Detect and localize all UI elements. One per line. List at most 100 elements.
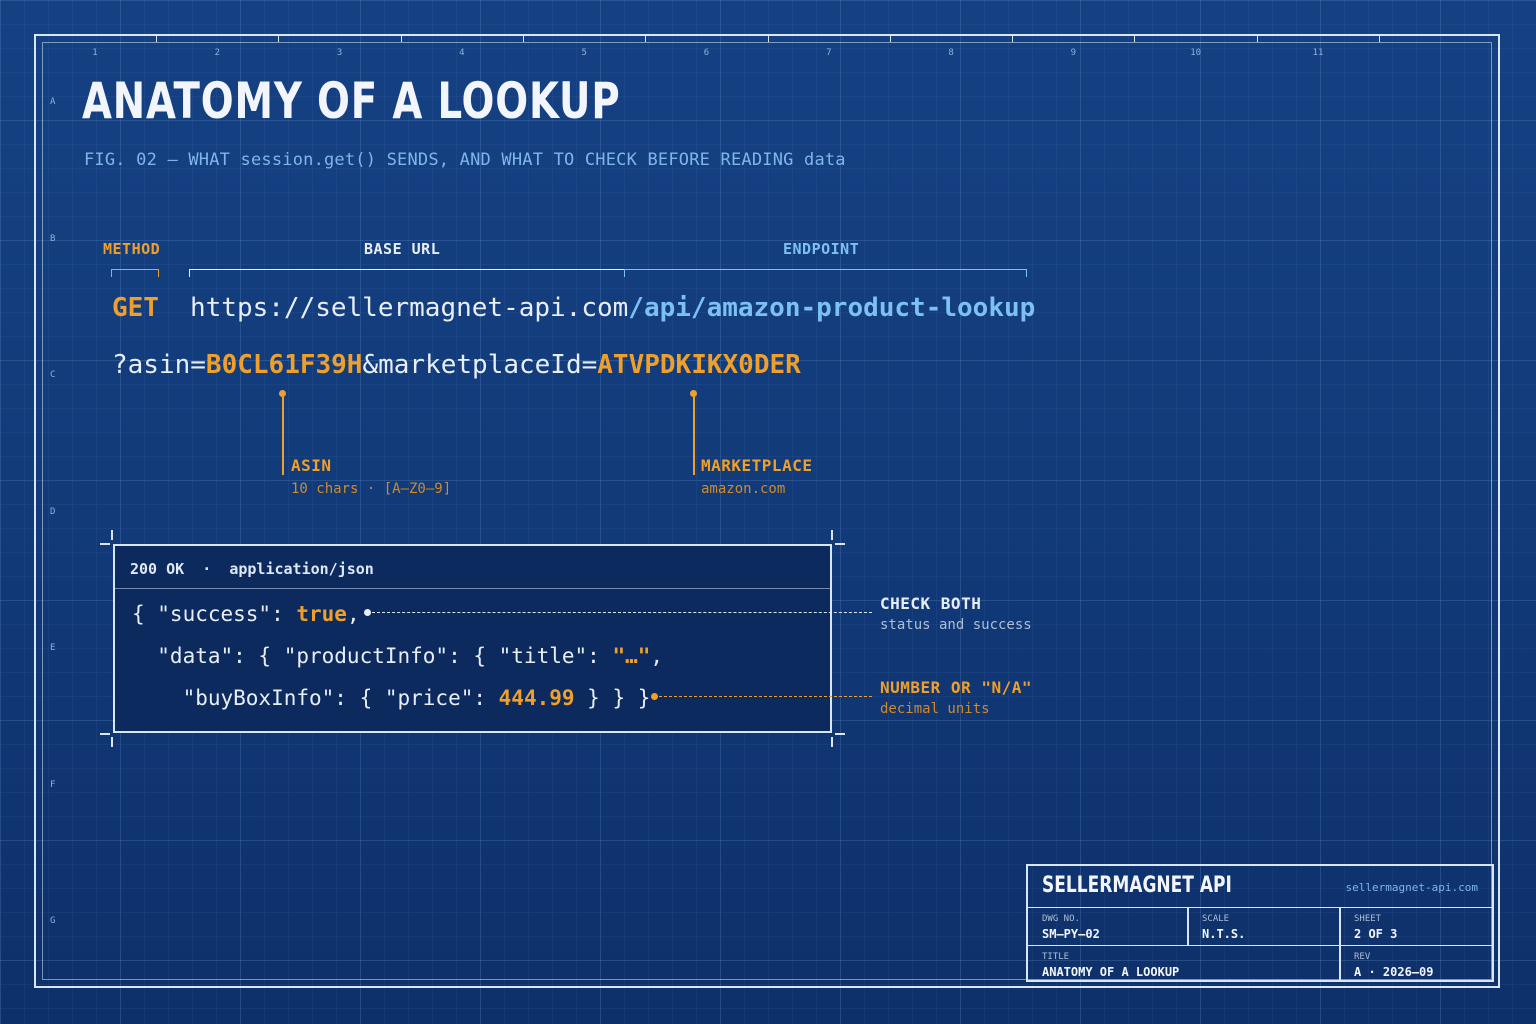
response-line-success: { "success": true, — [132, 602, 360, 626]
asin-value: B0CL61F39H — [205, 350, 363, 380]
page-title: ANATOMY OF A LOOKUP — [82, 72, 621, 130]
corner-mark — [831, 737, 833, 747]
request-url: https://sellermagnet-api.com/api/amazon-… — [190, 293, 1035, 323]
title-value: ANATOMY OF A LOOKUP — [1042, 965, 1180, 979]
query-string: ?asin=B0CL61F39H&marketplaceId=ATVPDKIKX… — [112, 350, 801, 380]
zone-row-marker: G — [50, 916, 56, 926]
price-leader-line — [659, 696, 872, 697]
code-text: , — [650, 644, 664, 668]
rev-value: A · 2026–09 — [1354, 965, 1434, 979]
dwg-label: DWG NO. — [1042, 914, 1080, 924]
base-url-bracket — [189, 269, 624, 277]
price-note-title: NUMBER OR "N/A" — [880, 678, 1032, 697]
success-value: true — [296, 602, 347, 626]
check-leader-dot — [364, 609, 371, 616]
response-header: 200 OK · application/json — [115, 546, 830, 589]
zone-tick — [767, 36, 769, 42]
zone-column-marker: 11 — [1312, 48, 1324, 58]
http-method: GET — [112, 293, 159, 323]
dwg-cell: DWG NO. SM–PY–02 — [1028, 908, 1188, 945]
zone-tick — [278, 36, 280, 42]
query-prefix: ?asin= — [112, 350, 206, 380]
code-text: "buyBoxInfo": { "price": — [132, 686, 499, 710]
method-label: METHOD — [103, 240, 161, 258]
zone-column-marker: 4 — [459, 48, 465, 58]
response-line-data: "data": { "productInfo": { "title": "…", — [132, 644, 663, 668]
base-url-label: BASE URL — [364, 240, 441, 258]
scale-cell: SCALE N.T.S. — [1188, 908, 1340, 945]
zone-column-marker: 8 — [948, 48, 954, 58]
title-value: "…" — [612, 644, 651, 668]
check-note-title: CHECK BOTH — [880, 594, 982, 613]
zone-row-marker: C — [50, 370, 56, 380]
query-separator: &marketplaceId= — [362, 350, 598, 380]
scale-label: SCALE — [1202, 914, 1230, 924]
corner-mark — [111, 530, 113, 540]
zone-tick — [400, 36, 402, 42]
corner-mark — [835, 543, 845, 545]
code-text: } } } — [574, 686, 651, 710]
corner-mark — [111, 737, 113, 747]
title-cell: TITLE ANATOMY OF A LOOKUP — [1028, 946, 1340, 982]
dwg-value: SM–PY–02 — [1042, 927, 1100, 941]
zone-column-marker: 7 — [826, 48, 832, 58]
zone-column-marker: 6 — [703, 48, 710, 58]
title-label: TITLE — [1042, 952, 1070, 962]
asin-callout-line — [282, 395, 284, 475]
marketplace-callout-note: amazon.com — [701, 481, 786, 497]
base-url: https://sellermagnet-api.com — [190, 293, 629, 323]
rev-label: REV — [1354, 952, 1371, 962]
endpoint-bracket — [624, 269, 1027, 277]
corner-mark — [835, 733, 845, 735]
figure-caption: FIG. 02 — WHAT session.get() SENDS, AND … — [84, 150, 846, 170]
sheet-inner-border — [42, 42, 1492, 980]
marketplace-callout-line — [693, 395, 695, 475]
title-block-meta: DWG NO. SM–PY–02 SCALE N.T.S. SHEET 2 OF… — [1028, 908, 1492, 946]
zone-column-marker: 1 — [92, 48, 98, 58]
asin-callout-note: 10 chars · [A–Z0–9] — [291, 481, 452, 497]
corner-mark — [831, 530, 833, 540]
title-block: SELLERMAGNET API sellermagnet-api.com DW… — [1026, 864, 1494, 982]
zone-row-marker: A — [50, 97, 56, 107]
asin-callout-title: ASIN — [291, 456, 332, 475]
marketplace-callout-title: MARKETPLACE — [701, 456, 813, 475]
marketplace-id-value: ATVPDKIKX0DER — [597, 350, 801, 380]
sheet-cell: SHEET 2 OF 3 — [1340, 908, 1492, 945]
scale-value: N.T.S. — [1202, 927, 1246, 941]
zone-row-marker: D — [50, 506, 56, 517]
zone-tick — [645, 36, 647, 42]
zone-tick — [1134, 36, 1136, 42]
zone-column-marker: 10 — [1190, 48, 1202, 58]
brand-name: SELLERMAGNET API — [1042, 873, 1232, 898]
zone-column-marker: 9 — [1070, 48, 1077, 58]
title-block-header: SELLERMAGNET API sellermagnet-api.com — [1028, 866, 1492, 908]
price-value: 444.99 — [498, 686, 575, 710]
code-text: "data": { "productInfo": { "title": — [132, 644, 613, 668]
zone-column-marker: 2 — [214, 48, 221, 58]
zone-column-marker: 3 — [336, 48, 343, 58]
response-line-price: "buyBoxInfo": { "price": 444.99 } } } — [132, 686, 651, 710]
zone-tick — [156, 36, 157, 42]
zone-row-marker: B — [50, 233, 56, 244]
endpoint-label: ENDPOINT — [783, 240, 860, 258]
check-note-sub: status and success — [880, 617, 1032, 633]
price-leader-dot — [651, 693, 658, 700]
price-note-sub: decimal units — [880, 701, 990, 717]
response-panel: 200 OK · application/json { "success": t… — [113, 544, 832, 733]
method-bracket — [111, 269, 159, 277]
zone-row-marker: E — [50, 643, 56, 653]
endpoint-path: /api/amazon-product-lookup — [628, 293, 1036, 323]
corner-mark — [100, 733, 110, 735]
zone-tick — [889, 36, 891, 42]
code-text: { "success": — [132, 602, 297, 626]
corner-mark — [100, 543, 110, 545]
zone-tick — [522, 36, 524, 42]
rev-cell: REV A · 2026–09 — [1340, 946, 1492, 982]
zone-row-marker: F — [50, 779, 56, 790]
code-text: , — [346, 602, 360, 626]
check-leader-line — [372, 612, 872, 613]
brand-url: sellermagnet-api.com — [1345, 881, 1478, 894]
sheet-value: 2 OF 3 — [1354, 927, 1398, 941]
sheet-label: SHEET — [1354, 914, 1382, 924]
zone-tick — [1256, 36, 1258, 42]
